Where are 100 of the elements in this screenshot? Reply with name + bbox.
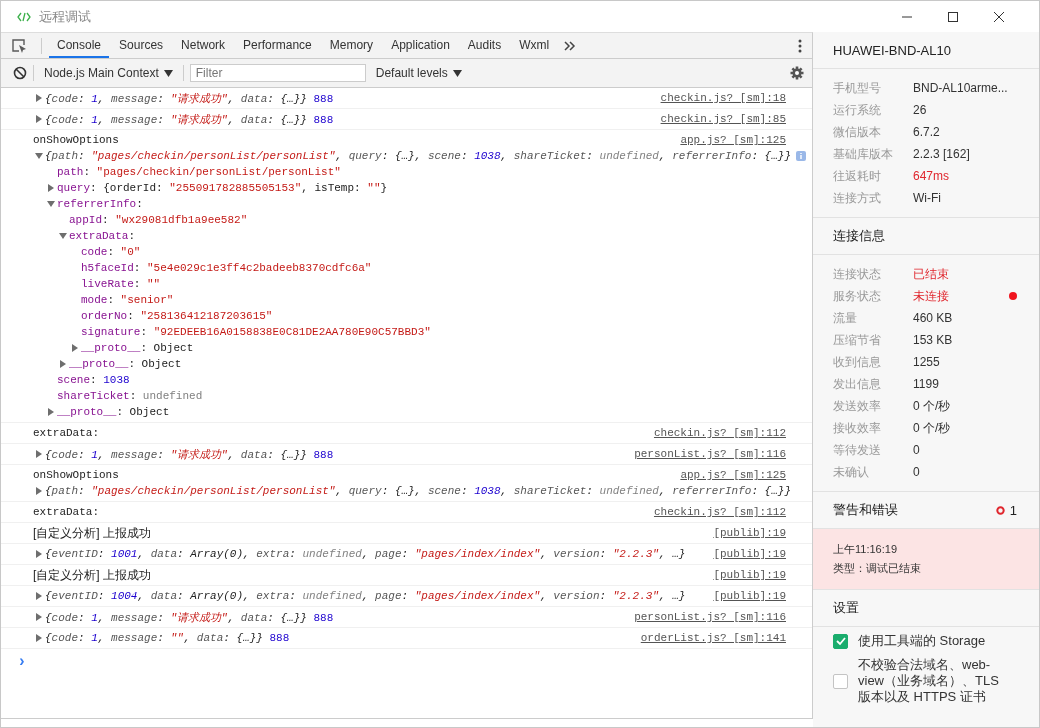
expand-arrow-icon[interactable]	[47, 408, 55, 416]
log-text: signature: "92EDEEB16A0158838E0C81DE2AA780E90C57BBD3"	[81, 326, 431, 338]
log-text: __proto__: Object	[57, 406, 170, 418]
info-value: BND-AL10arme...	[913, 81, 1008, 95]
kebab-menu-icon[interactable]	[798, 38, 802, 53]
log-text: liveRate: ""	[81, 278, 161, 290]
log-text: code: "0"	[81, 246, 141, 258]
expand-arrow-icon[interactable]	[35, 115, 43, 123]
expand-arrow-icon[interactable]	[47, 184, 55, 192]
log-text: {code: 1, message: "请求成功", data: {…}} 888	[45, 91, 334, 106]
source-link[interactable]: [publib]:19	[713, 590, 786, 602]
source-link[interactable]: [publib]:19	[713, 569, 786, 581]
devtools-tab[interactable]: Application	[383, 33, 458, 58]
devtools-tab[interactable]: Network	[173, 33, 234, 58]
source-link[interactable]: orderList.js? [sm]:141	[640, 632, 786, 644]
source-link[interactable]: personList.js? [sm]:116	[634, 448, 786, 460]
source-link[interactable]: [publib]:19	[713, 527, 786, 539]
info-value: 0 个/秒	[913, 397, 951, 415]
log-text: scene: 1038	[57, 374, 130, 386]
expand-arrow-icon[interactable]	[71, 344, 79, 352]
checkbox[interactable]	[833, 673, 848, 689]
devtools-tab[interactable]: Wxml	[511, 33, 558, 58]
expand-arrow-icon[interactable]	[35, 550, 43, 558]
log-text: path: "pages/checkin/personList/personList"	[57, 166, 341, 178]
devtools-tab[interactable]: Performance	[235, 33, 320, 58]
expand-arrow-icon[interactable]	[35, 613, 43, 621]
expand-arrow-icon[interactable]	[59, 232, 67, 240]
source-link[interactable]: app.js? [sm]:125	[680, 134, 786, 146]
info-label: 发出信息	[833, 375, 882, 393]
more-tabs-icon[interactable]	[564, 40, 577, 51]
section-title: 设置	[833, 599, 859, 617]
expand-arrow-icon[interactable]	[35, 487, 43, 495]
inspect-icon[interactable]	[11, 37, 27, 54]
log-text: mode: "senior"	[81, 294, 174, 306]
device-name: HUAWEI-BND-AL10	[833, 42, 951, 58]
info-label: 手机型号	[833, 79, 882, 97]
log-text: {eventID: 1004, data: Array(0), extra: undefined, page: "pages/index/index", version: "2.2.3", …}	[45, 590, 686, 602]
section-title: 警告和错误	[833, 501, 898, 519]
source-link[interactable]: app.js? [sm]:125	[680, 469, 786, 481]
info-label: 未确认	[833, 463, 870, 481]
info-value: 0	[913, 443, 920, 457]
checkbox[interactable]	[833, 633, 848, 649]
source-link[interactable]: checkin.js? [sm]:112	[653, 506, 786, 518]
log-text: {path: "pages/checkin/personList/personList", query: {…}, scene: 1038, shareTicket: undefined, referrerInfo: {…}}	[45, 485, 791, 497]
info-value: 1199	[913, 377, 939, 391]
info-label: 连接状态	[833, 265, 882, 283]
info-value: 0	[913, 465, 920, 479]
source-link[interactable]: [publib]:19	[713, 548, 786, 560]
expand-arrow-icon[interactable]	[35, 634, 43, 642]
error-count: 1	[1009, 502, 1017, 518]
source-link[interactable]: personList.js? [sm]:116	[634, 611, 786, 623]
close-icon[interactable]	[993, 10, 1005, 23]
log-text: {eventID: 1001, data: Array(0), extra: undefined, page: "pages/index/index", version: "2.2.3", …}	[45, 548, 686, 560]
levels-select[interactable]: Default levels	[371, 66, 466, 80]
window-title: 远程调试	[39, 7, 91, 26]
clear-icon[interactable]	[13, 66, 27, 80]
info-value: 460 KB	[913, 311, 953, 325]
caret-icon	[163, 69, 173, 77]
devtools-tab[interactable]: Audits	[459, 33, 510, 58]
log-text: h5faceId: "5e4e029c1e3ff4c2badeeb8370cdfc6a"	[81, 262, 372, 274]
log-text: appId: "wx29081dfb1a9ee582"	[69, 214, 248, 226]
info-label: 服务状态	[833, 287, 882, 305]
log-text: {path: "pages/checkin/personList/personList", query: {…}, scene: 1038, shareTicket: undefined, referrerInfo: {…}}	[45, 150, 791, 162]
devtools-tab[interactable]: Memory	[321, 33, 382, 58]
maximize-icon[interactable]	[947, 10, 959, 23]
settings-icon[interactable]	[790, 66, 804, 80]
section-title: 连接信息	[833, 227, 885, 245]
info-label: 压缩节省	[833, 331, 882, 349]
info-label: 收到信息	[833, 353, 882, 371]
code-icon	[17, 11, 31, 22]
source-link[interactable]: checkin.js? [sm]:18	[660, 92, 786, 104]
log-text: {code: 1, message: "请求成功", data: {…}} 888	[45, 610, 334, 625]
log-text: referrerInfo:	[57, 198, 143, 210]
source-link[interactable]: checkin.js? [sm]:112	[653, 427, 786, 439]
expand-arrow-icon[interactable]	[35, 450, 43, 458]
log-text: __proto__: Object	[81, 342, 194, 354]
filter-field[interactable]: Filter	[189, 64, 366, 82]
log-text: {code: 1, message: "", data: {…}} 888	[45, 632, 290, 644]
expand-arrow-icon[interactable]	[47, 200, 55, 208]
info-value: 6.7.2	[913, 125, 940, 139]
log-text: [自定义分析] 上报成功	[33, 524, 151, 542]
expand-arrow-icon[interactable]	[35, 94, 43, 102]
expand-arrow-icon[interactable]	[59, 360, 67, 368]
log-text: extraData:	[33, 506, 99, 518]
context-select[interactable]: Node.js Main Context	[40, 66, 177, 80]
alert-time: 上午11:16:19	[833, 542, 898, 557]
source-link[interactable]: checkin.js? [sm]:85	[660, 113, 786, 125]
info-value: 26	[913, 103, 927, 117]
log-text: extraData:	[69, 230, 136, 242]
devtools-tab[interactable]: Sources	[111, 33, 172, 58]
expand-arrow-icon[interactable]	[35, 152, 43, 160]
info-label: 微信版本	[833, 123, 882, 141]
info-label: 接收效率	[833, 419, 882, 437]
option-label: 使用工具端的 Storage	[858, 633, 987, 649]
expand-arrow-icon[interactable]	[35, 592, 43, 600]
info-label: 等待发送	[833, 441, 882, 459]
log-text: onShowOptions	[33, 134, 119, 146]
info-value: 已结束	[913, 265, 949, 283]
info-label: 基础库版本	[833, 145, 894, 163]
info-value: Wi-Fi	[913, 191, 941, 205]
